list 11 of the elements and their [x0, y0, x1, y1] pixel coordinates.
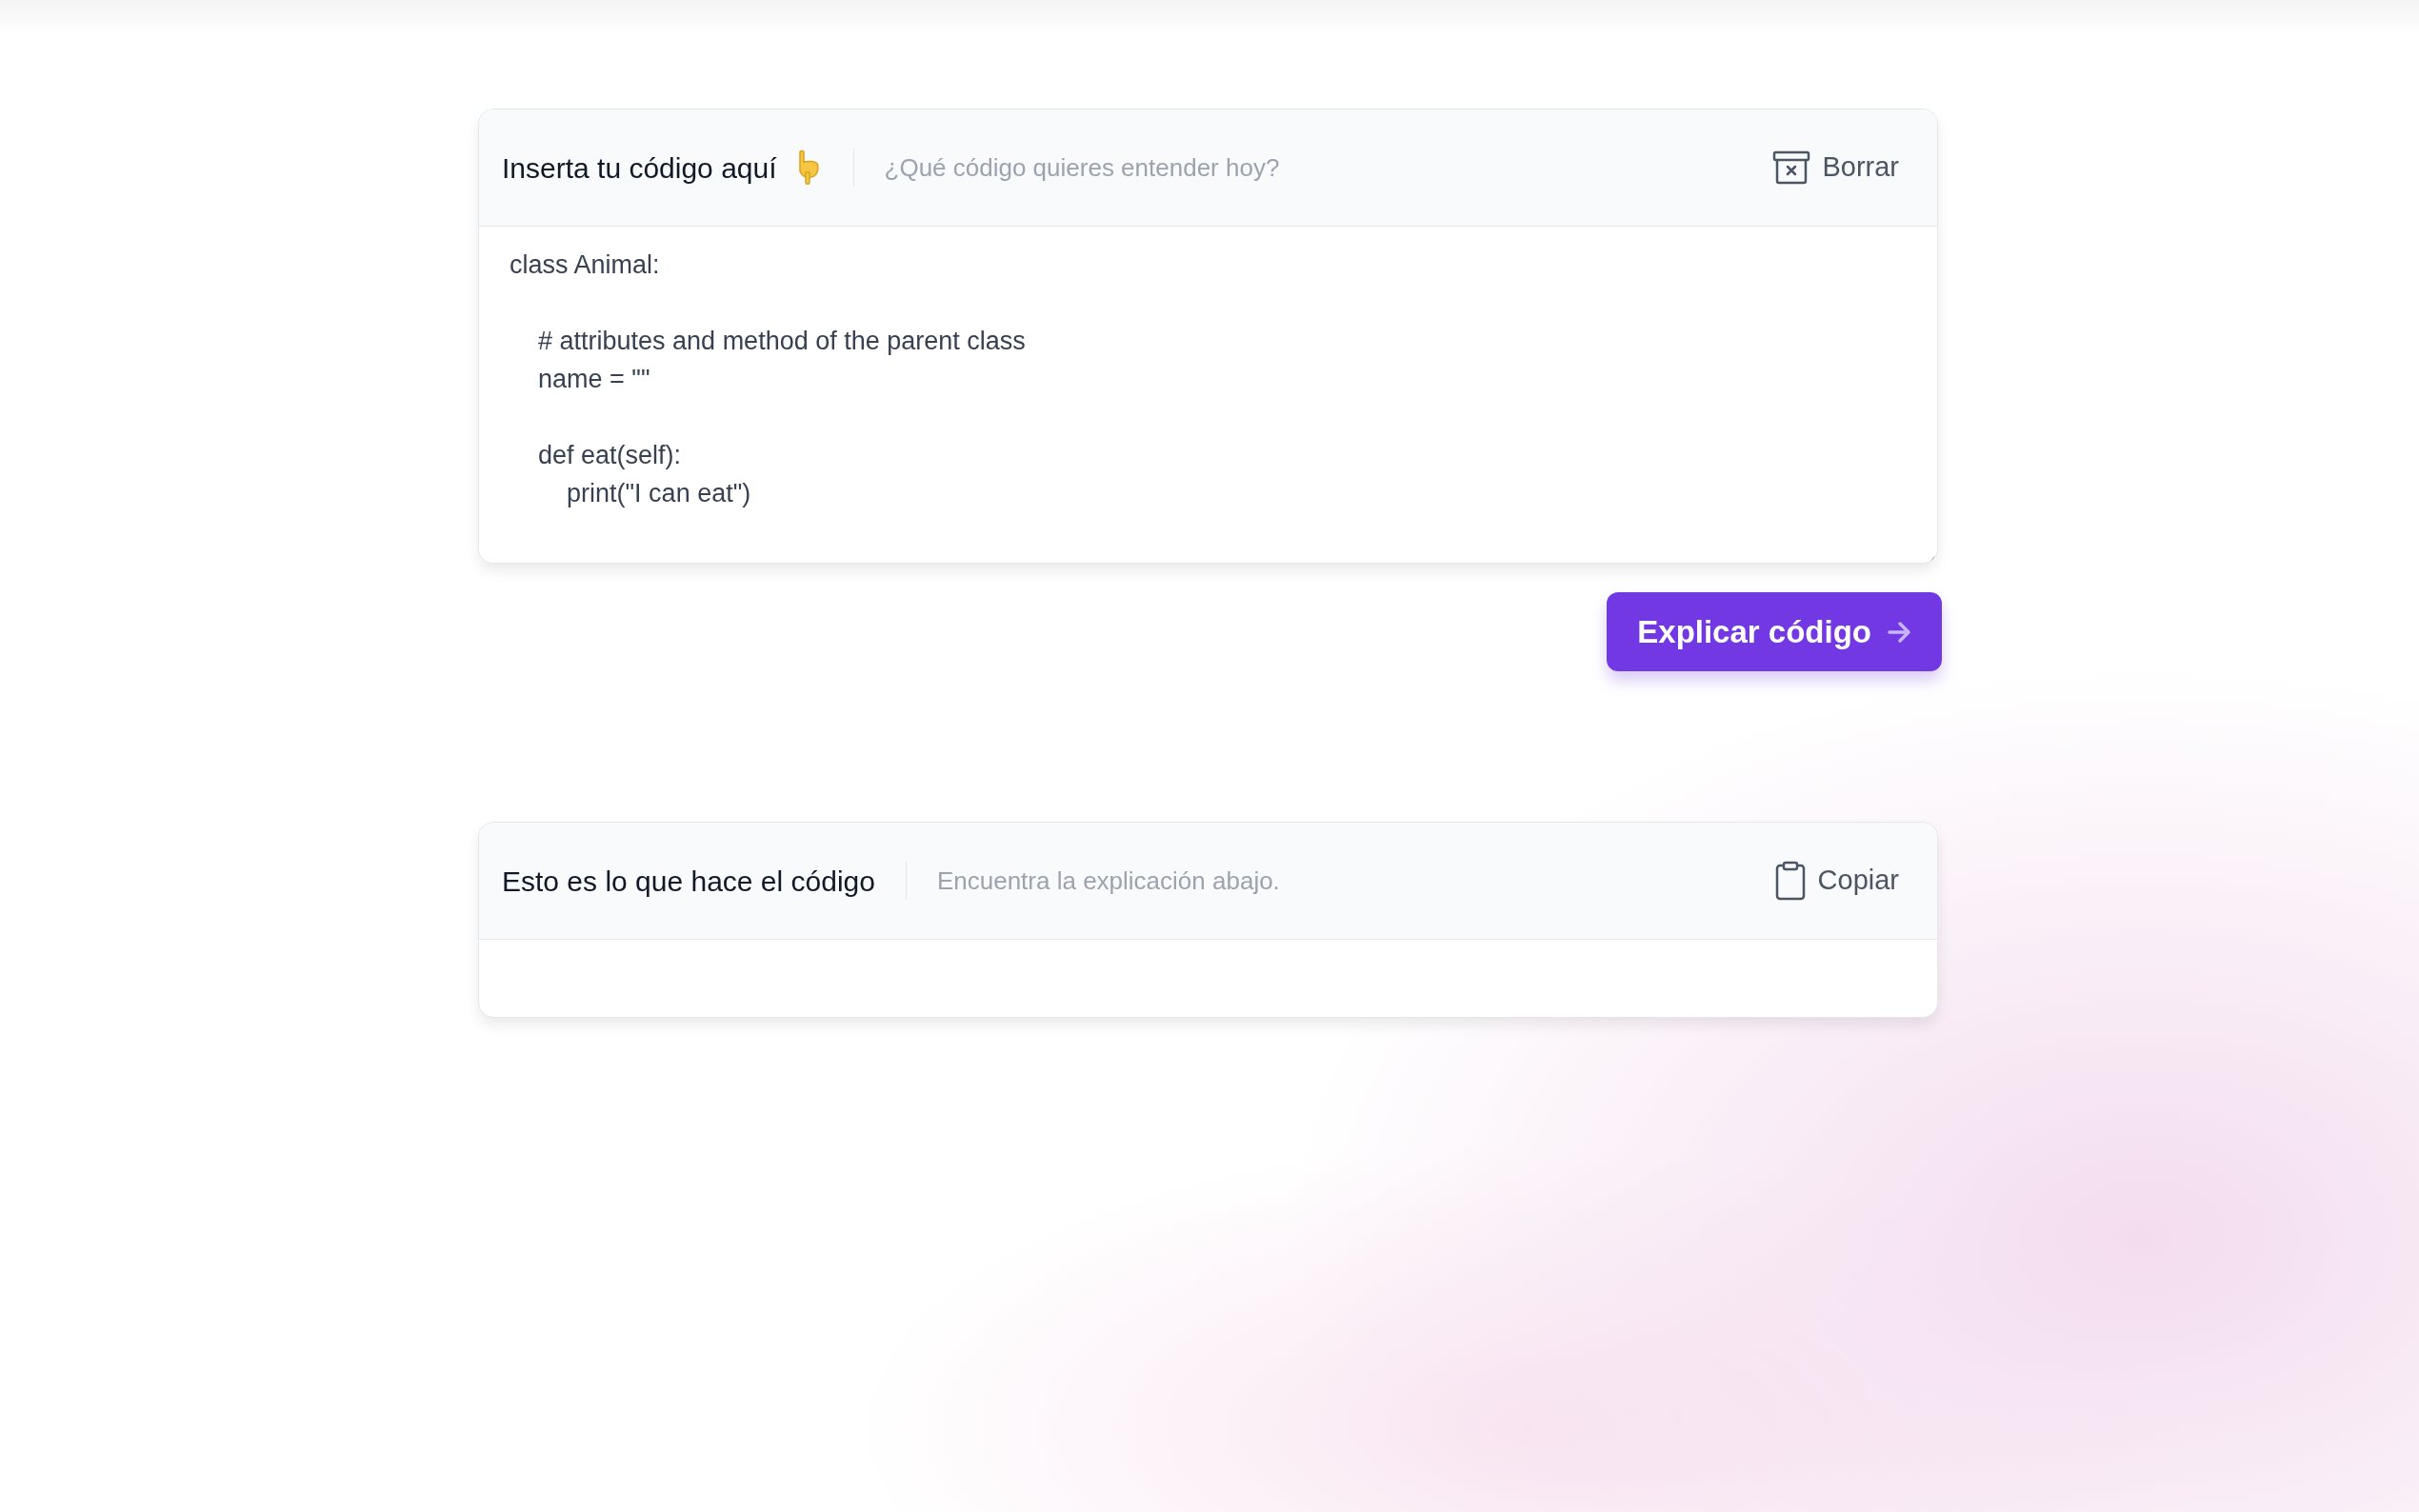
card-title: Inserta tu código aquí — [502, 150, 777, 186]
explain-code-button[interactable]: Explicar código — [1607, 592, 1942, 671]
header-button[interactable]: Copiar — [1773, 860, 1899, 902]
clipboard-icon — [1773, 861, 1807, 901]
header-button[interactable]: Borrar — [1772, 147, 1899, 189]
card-subtitle: Encuentra la explicación abajo. — [936, 865, 1280, 897]
card-subtitle: ¿Qué código quieres entender hoy? — [884, 151, 1280, 184]
arrow-right-icon — [1887, 620, 1911, 644]
delete-box-icon — [1772, 150, 1811, 185]
card-title: Esto es lo que hace el código — [502, 864, 875, 899]
code-input-field[interactable]: class Animal: # attributes and method of the parent class name = "" def eat(self): print("I can eat") — [479, 226, 1937, 563]
